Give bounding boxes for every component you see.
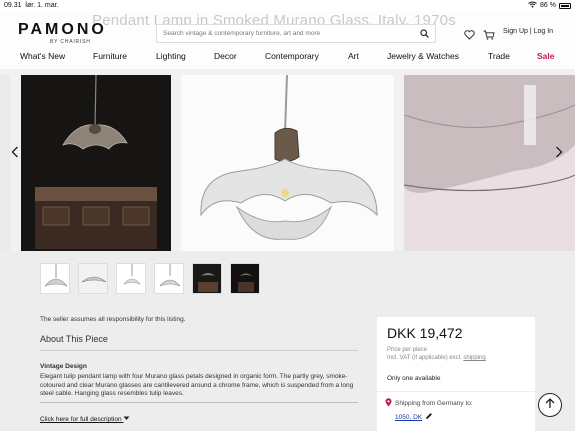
full-description-label[interactable]: Click here for full description bbox=[40, 416, 122, 423]
logo-subtitle: BY CHAIRISH bbox=[50, 39, 91, 45]
thumbnail-2[interactable] bbox=[78, 263, 108, 294]
shipping-link[interactable]: shipping bbox=[463, 355, 485, 361]
section-heading: Vintage Design bbox=[40, 363, 87, 370]
nav-jewelry-watches[interactable]: Jewelry & Watches bbox=[387, 51, 459, 61]
status-bar: 09.31 lør. 1. mar. 86 % bbox=[0, 0, 575, 11]
carousel-edge-image bbox=[0, 75, 10, 251]
thumbnail-1[interactable] bbox=[40, 263, 70, 294]
vat-note: Incl. VAT (if applicable) excl. shipping bbox=[387, 355, 486, 361]
price-per-piece: Price per piece bbox=[387, 347, 428, 353]
wifi-icon bbox=[528, 1, 537, 10]
search-bar[interactable] bbox=[156, 24, 436, 43]
thumbnail-6[interactable] bbox=[230, 263, 260, 294]
status-date: lør. 1. mar. bbox=[25, 2, 59, 9]
shipping-origin: Shipping from Germany to: bbox=[395, 400, 473, 407]
status-time: 09.31 bbox=[4, 2, 22, 9]
seller-note: The seller assumes all responsibility fo… bbox=[40, 316, 186, 323]
product-image-main[interactable] bbox=[181, 75, 394, 251]
thumbnail-strip bbox=[0, 251, 575, 311]
nav-lighting[interactable]: Lighting bbox=[156, 51, 186, 61]
product-image-carousel[interactable] bbox=[0, 69, 575, 251]
site-header: Pendant Lamp in Smoked Murano Glass, Ita… bbox=[0, 11, 575, 69]
thumbnail-3[interactable] bbox=[116, 263, 146, 294]
pamono-logo[interactable]: PAMONO bbox=[18, 21, 107, 39]
nav-whats-new[interactable]: What's New bbox=[20, 51, 65, 61]
battery-icon bbox=[559, 2, 571, 9]
battery-level: 86 % bbox=[540, 2, 556, 9]
divider bbox=[40, 402, 358, 403]
scroll-to-top-button[interactable] bbox=[538, 393, 562, 417]
search-input[interactable] bbox=[163, 30, 403, 37]
shipping-info: Shipping from Germany to: bbox=[385, 398, 473, 409]
product-description: Elegant tulip pendant lamp with four Mur… bbox=[40, 373, 354, 397]
divider bbox=[377, 391, 535, 392]
nav-decor[interactable]: Decor bbox=[214, 51, 237, 61]
about-heading: About This Piece bbox=[40, 334, 108, 344]
nav-sale[interactable]: Sale bbox=[537, 51, 555, 61]
thumbnail-5[interactable] bbox=[192, 263, 222, 294]
search-icon[interactable] bbox=[420, 25, 429, 43]
chevron-down-icon[interactable] bbox=[123, 416, 130, 423]
nav-art[interactable]: Art bbox=[348, 51, 359, 61]
full-description-link[interactable]: Click here for full description bbox=[40, 416, 130, 423]
cart-icon[interactable] bbox=[483, 27, 495, 45]
availability: Only one available bbox=[387, 375, 441, 382]
chevron-left-icon[interactable] bbox=[11, 145, 19, 161]
nav-furniture[interactable]: Furniture bbox=[93, 51, 127, 61]
product-image-room[interactable] bbox=[21, 75, 171, 251]
chevron-right-icon[interactable] bbox=[555, 145, 563, 161]
product-image-detail[interactable] bbox=[404, 75, 575, 251]
thumbnail-4[interactable] bbox=[154, 263, 184, 294]
auth-links[interactable]: Sign Up | Log In bbox=[503, 28, 553, 35]
destination-zip[interactable]: 1050, DK bbox=[395, 414, 422, 421]
price-amount: DKK 19,472 bbox=[387, 325, 463, 341]
location-pin-icon bbox=[385, 398, 392, 409]
heart-icon[interactable] bbox=[464, 27, 475, 45]
arrow-up-icon[interactable] bbox=[545, 398, 555, 412]
price-panel: DKK 19,472 Price per piece Incl. VAT (if… bbox=[377, 317, 535, 431]
divider bbox=[40, 350, 358, 351]
pencil-icon[interactable] bbox=[425, 412, 433, 422]
shipping-destination[interactable]: 1050, DK bbox=[395, 412, 433, 422]
nav-trade[interactable]: Trade bbox=[488, 51, 510, 61]
vat-text: Incl. VAT (if applicable) excl. bbox=[387, 355, 462, 361]
nav-contemporary[interactable]: Contemporary bbox=[265, 51, 319, 61]
